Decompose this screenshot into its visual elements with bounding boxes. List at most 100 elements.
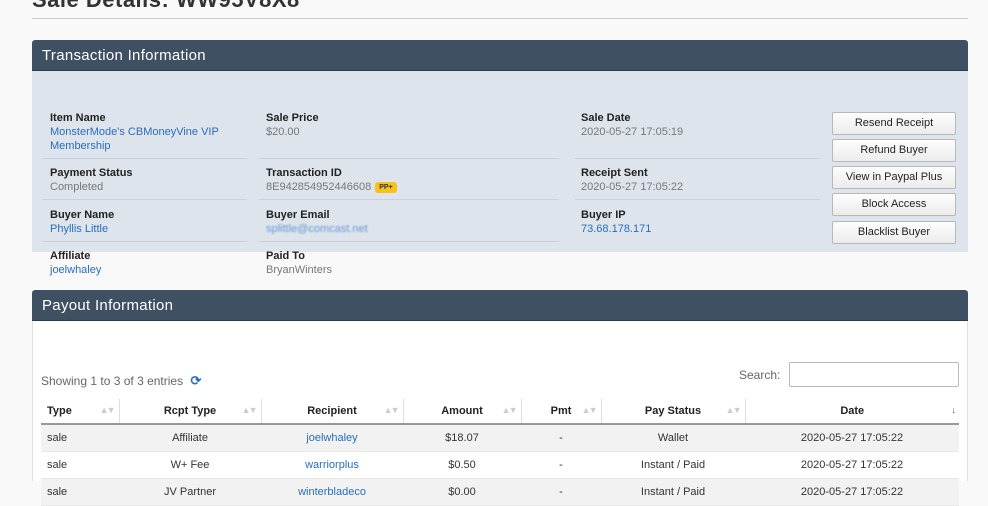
buyer-ip-label: Buyer IP: [581, 209, 626, 221]
row-divider: [575, 199, 820, 200]
cell-rcpt-type: JV Partner: [119, 478, 261, 506]
cell-rcpt-type: W+ Fee: [119, 451, 261, 479]
cell-amount: $0.00: [403, 478, 521, 506]
sort-icon: ▲▼: [581, 405, 598, 415]
item-name-label: Item Name: [50, 112, 106, 124]
receipt-sent-field: Receipt Sent 2020-05-27 17:05:22: [581, 166, 683, 194]
sale-date-value: 2020-05-27 17:05:19: [581, 126, 684, 138]
entries-count-text: Showing 1 to 3 of 3 entries: [41, 374, 184, 388]
row-divider: [42, 241, 247, 242]
row-divider: [42, 199, 247, 200]
affiliate-link[interactable]: joelwhaley: [50, 263, 101, 277]
cell-pmt: -: [521, 451, 601, 479]
cell-pmt: -: [521, 478, 601, 506]
transaction-id-field: Transaction ID 8E942854952446608 PP+: [266, 166, 397, 194]
recipient-link[interactable]: warriorplus: [305, 459, 359, 471]
row-divider: [259, 158, 559, 159]
table-row: sale Affiliate joelwhaley $18.07 - Walle…: [41, 424, 959, 452]
sort-icon: ▲▼: [725, 405, 742, 415]
block-access-button[interactable]: Block Access: [832, 193, 956, 216]
transaction-id-value: 8E942854952446608: [266, 181, 372, 193]
table-row: sale JV Partner winterbladeco $0.00 - In…: [41, 478, 959, 506]
payment-status-label: Payment Status: [50, 167, 133, 179]
item-name-field: Item Name MonsterMode's CBMoneyVine VIP …: [50, 111, 219, 153]
sort-desc-icon: ↓: [951, 405, 956, 415]
buyer-ip-link[interactable]: 73.68.178.171: [581, 222, 651, 236]
sort-icon: ▲▼: [241, 405, 258, 415]
buyer-name-link[interactable]: Phyllis Little: [50, 222, 114, 236]
buyer-name-field: Buyer Name Phyllis Little: [50, 208, 114, 236]
row-divider: [42, 158, 247, 159]
payout-panel: Payout Information Showing 1 to 3 of 3 e…: [32, 290, 968, 506]
view-paypal-plus-button[interactable]: View in Paypal Plus: [832, 166, 956, 189]
row-divider: [259, 241, 559, 242]
cell-pay-status: Wallet: [601, 424, 745, 452]
cell-pay-status: Instant / Paid: [601, 478, 745, 506]
search-label: Search:: [739, 368, 781, 382]
payment-status-value: Completed: [50, 181, 104, 193]
buyer-email-label: Buyer Email: [266, 209, 330, 221]
table-header-row: Type ▲▼ Rcpt Type ▲▼ Recipient ▲▼ Amount ▲▼ …: [41, 399, 959, 425]
search-input[interactable]: [789, 362, 959, 387]
column-header-pmt[interactable]: Pmt ▲▼: [521, 399, 602, 425]
column-header-type[interactable]: Type ▲▼: [41, 399, 120, 425]
buyer-name-label: Buyer Name: [50, 209, 115, 221]
payment-status-field: Payment Status Completed: [50, 166, 133, 194]
sale-price-field: Sale Price $20.00: [266, 111, 319, 139]
column-header-date[interactable]: Date ↓: [745, 399, 959, 425]
sort-icon: ▲▼: [99, 405, 116, 415]
buyer-ip-field: Buyer IP 73.68.178.171: [581, 208, 651, 236]
blacklist-buyer-button[interactable]: Blacklist Buyer: [832, 221, 956, 244]
sale-price-label: Sale Price: [266, 112, 319, 124]
table-row: sale W+ Fee warriorplus $0.50 - Instant …: [41, 451, 959, 479]
column-header-rcpt-type[interactable]: Rcpt Type ▲▼: [119, 399, 262, 425]
payout-panel-heading: Payout Information: [32, 290, 968, 321]
item-name-link-cont[interactable]: Membership: [50, 139, 219, 153]
receipt-sent-value: 2020-05-27 17:05:22: [581, 181, 684, 193]
refund-buyer-button[interactable]: Refund Buyer: [832, 139, 956, 162]
payout-table: Type ▲▼ Rcpt Type ▲▼ Recipient ▲▼ Amount ▲▼ …: [41, 399, 959, 506]
transaction-panel-heading: Transaction Information: [32, 40, 968, 71]
item-name-link[interactable]: MonsterMode's CBMoneyVine VIP: [50, 125, 219, 139]
sort-icon: ▲▼: [383, 405, 400, 415]
paid-to-field: Paid To BryanWinters: [266, 249, 332, 277]
recipient-link[interactable]: joelwhaley: [306, 432, 357, 444]
paid-to-value: BryanWinters: [266, 264, 333, 276]
title-divider: [32, 18, 968, 19]
cell-amount: $0.50: [403, 451, 521, 479]
buyer-email-link[interactable]: splittle@comcast.net: [266, 222, 368, 236]
sort-icon: ▲▼: [501, 405, 518, 415]
cell-date: 2020-05-27 17:05:22: [745, 451, 959, 479]
affiliate-field: Affiliate joelwhaley: [50, 249, 101, 277]
transaction-panel: Transaction Information Item Name Monste…: [32, 40, 968, 276]
column-header-amount[interactable]: Amount ▲▼: [403, 399, 522, 425]
paypal-plus-badge: PP+: [375, 181, 397, 193]
entries-info: Showing 1 to 3 of 3 entries ⟳: [41, 373, 201, 389]
cell-date: 2020-05-27 17:05:22: [745, 424, 959, 452]
transaction-id-label: Transaction ID: [266, 167, 342, 179]
row-divider: [575, 158, 820, 159]
cell-pmt: -: [521, 424, 601, 452]
cell-type: sale: [41, 478, 119, 506]
cell-date: 2020-05-27 17:05:22: [745, 478, 959, 506]
recipient-link[interactable]: winterbladeco: [298, 486, 366, 498]
affiliate-label: Affiliate: [50, 250, 91, 262]
sale-date-field: Sale Date 2020-05-27 17:05:19: [581, 111, 683, 139]
cell-pay-status: Instant / Paid: [601, 451, 745, 479]
column-header-pay-status[interactable]: Pay Status ▲▼: [601, 399, 746, 425]
column-header-recipient[interactable]: Recipient ▲▼: [261, 399, 404, 425]
cell-type: sale: [41, 451, 119, 479]
row-divider: [259, 199, 559, 200]
cell-type: sale: [41, 424, 119, 452]
paid-to-label: Paid To: [266, 250, 305, 262]
cell-amount: $18.07: [403, 424, 521, 452]
transaction-panel-body: Item Name MonsterMode's CBMoneyVine VIP …: [32, 71, 968, 276]
payout-panel-body: Showing 1 to 3 of 3 entries ⟳ Search: Ty…: [32, 321, 968, 506]
refresh-icon[interactable]: ⟳: [190, 373, 201, 388]
page-title: Sale Details: WW95V8X8: [32, 0, 300, 13]
resend-receipt-button[interactable]: Resend Receipt: [832, 112, 956, 135]
sale-date-label: Sale Date: [581, 112, 631, 124]
buyer-email-field: Buyer Email splittle@comcast.net: [266, 208, 368, 236]
cell-rcpt-type: Affiliate: [119, 424, 261, 452]
receipt-sent-label: Receipt Sent: [581, 167, 648, 179]
